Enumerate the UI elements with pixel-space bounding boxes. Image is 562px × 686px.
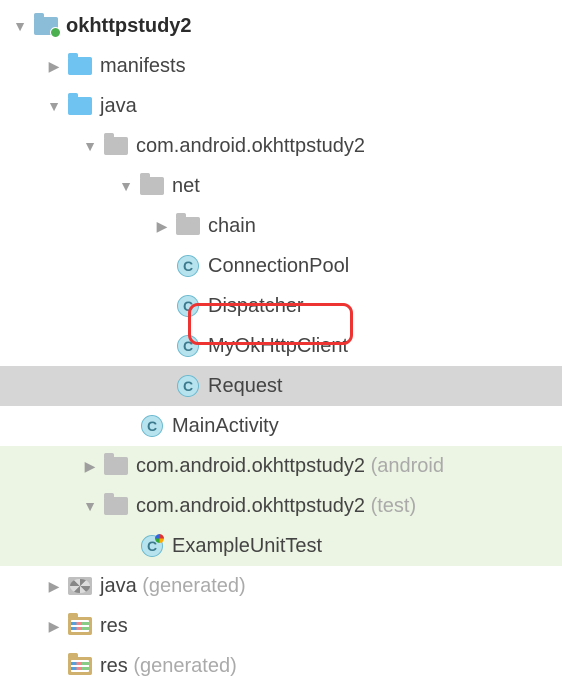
tree-item-chain[interactable]: ▶ chain — [0, 206, 562, 246]
class-icon: C — [176, 374, 200, 398]
tree-item-label: Dispatcher — [208, 295, 304, 318]
class-icon: C — [140, 414, 164, 438]
tree-item-label: java — [100, 95, 137, 118]
collapse-arrow-icon[interactable]: ▶ — [44, 576, 64, 596]
collapse-arrow-icon[interactable]: ▶ — [152, 216, 172, 236]
tree-item-label: com.android.okhttpstudy2 — [136, 135, 365, 158]
package-folder-icon — [104, 494, 128, 518]
package-folder-icon — [104, 454, 128, 478]
tree-item-package-test[interactable]: ▼ com.android.okhttpstudy2 (test) — [0, 486, 562, 526]
class-test-icon: C — [140, 534, 164, 558]
folder-open-icon — [68, 54, 92, 78]
tree-item-label: Request — [208, 375, 283, 398]
expand-arrow-icon[interactable]: ▼ — [10, 16, 30, 36]
res-folder-icon — [68, 654, 92, 678]
class-icon: C — [176, 334, 200, 358]
tree-item-net[interactable]: ▼ net — [0, 166, 562, 206]
module-folder-icon — [34, 14, 58, 38]
collapse-arrow-icon[interactable]: ▶ — [44, 56, 64, 76]
tree-item-java-generated[interactable]: ▶ java (generated) — [0, 566, 562, 606]
tree-item-class-request[interactable]: ▶ C Request — [0, 366, 562, 406]
expand-arrow-icon[interactable]: ▼ — [44, 96, 64, 116]
generated-folder-icon — [68, 574, 92, 598]
collapse-arrow-icon[interactable]: ▶ — [80, 456, 100, 476]
tree-item-class-main-activity[interactable]: ▶ C MainActivity — [0, 406, 562, 446]
project-tree[interactable]: ▼ okhttpstudy2 ▶ manifests ▼ java ▼ com.… — [0, 0, 562, 686]
tree-item-label: ConnectionPool — [208, 255, 349, 278]
tree-item-java[interactable]: ▼ java — [0, 86, 562, 126]
tree-item-label: MainActivity — [172, 415, 279, 438]
tree-item-root[interactable]: ▼ okhttpstudy2 — [0, 6, 562, 46]
tree-item-label: res — [100, 615, 128, 638]
package-folder-icon — [104, 134, 128, 158]
tree-item-res-generated[interactable]: ▶ res (generated) — [0, 646, 562, 686]
tree-item-class-dispatcher[interactable]: ▶ C Dispatcher — [0, 286, 562, 326]
folder-open-icon — [68, 94, 92, 118]
tree-item-label: ExampleUnitTest — [172, 535, 322, 558]
tree-item-label: net — [172, 175, 200, 198]
tree-item-manifests[interactable]: ▶ manifests — [0, 46, 562, 86]
expand-arrow-icon[interactable]: ▼ — [80, 136, 100, 156]
tree-item-label: com.android.okhttpstudy2 (android — [136, 455, 444, 478]
package-folder-icon — [176, 214, 200, 238]
tree-item-class-my-client[interactable]: ▶ C MyOkHttpClient — [0, 326, 562, 366]
tree-item-package-main[interactable]: ▼ com.android.okhttpstudy2 — [0, 126, 562, 166]
tree-item-label: okhttpstudy2 — [66, 15, 192, 38]
tree-item-label: com.android.okhttpstudy2 (test) — [136, 495, 416, 518]
expand-arrow-icon[interactable]: ▼ — [80, 496, 100, 516]
package-folder-icon — [140, 174, 164, 198]
tree-item-res[interactable]: ▶ res — [0, 606, 562, 646]
tree-item-class-example-unit-test[interactable]: ▶ C ExampleUnitTest — [0, 526, 562, 566]
collapse-arrow-icon[interactable]: ▶ — [44, 616, 64, 636]
res-folder-icon — [68, 614, 92, 638]
tree-item-label: manifests — [100, 55, 186, 78]
tree-item-label: MyOkHttpClient — [208, 335, 348, 358]
tree-item-label: java (generated) — [100, 575, 246, 598]
tree-item-class-connection-pool[interactable]: ▶ C ConnectionPool — [0, 246, 562, 286]
tree-item-package-androidtest[interactable]: ▶ com.android.okhttpstudy2 (android — [0, 446, 562, 486]
tree-item-label: res (generated) — [100, 655, 237, 678]
tree-item-label: chain — [208, 215, 256, 238]
class-icon: C — [176, 294, 200, 318]
class-icon: C — [176, 254, 200, 278]
expand-arrow-icon[interactable]: ▼ — [116, 176, 136, 196]
